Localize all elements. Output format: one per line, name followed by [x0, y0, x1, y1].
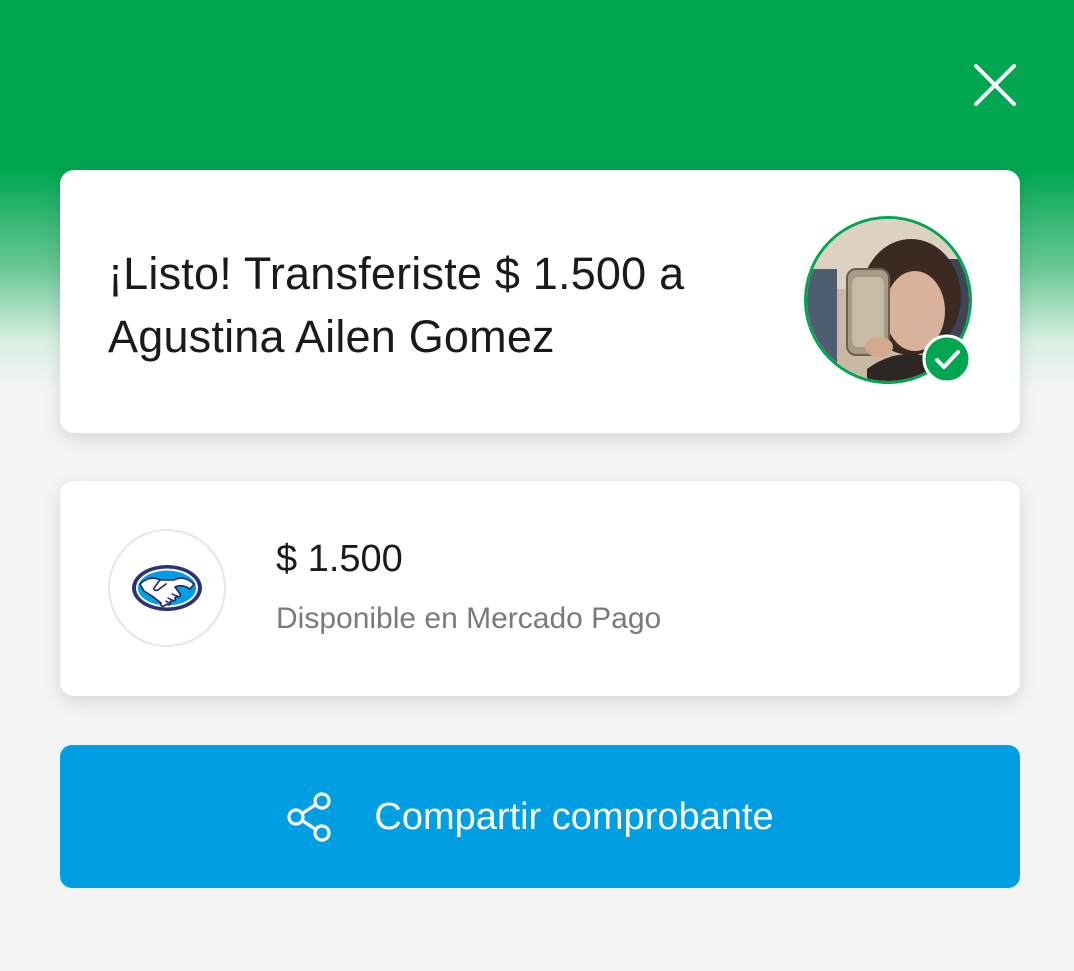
close-icon	[974, 64, 1016, 106]
share-receipt-button[interactable]: Compartir comprobante	[60, 745, 1020, 888]
check-icon	[922, 334, 972, 384]
mercado-pago-logo-icon	[108, 529, 226, 647]
amount-availability-text: Disponible en Mercado Pago	[276, 602, 662, 635]
amount-value: $ 1.500	[276, 538, 403, 580]
success-card: ¡Listo! Transferiste $ 1.500 a Agustina …	[60, 170, 1020, 433]
amount-card: $ 1.500 Disponible en Mercado Pago	[60, 481, 1020, 696]
recipient-avatar	[804, 216, 972, 384]
success-title: ¡Listo! Transferiste $ 1.500 a Agustina …	[108, 242, 788, 368]
success-title-line1: ¡Listo! Transferiste $ 1.500 a	[108, 248, 685, 299]
close-button[interactable]	[966, 56, 1024, 114]
share-button-label: Compartir comprobante	[374, 795, 774, 838]
recipient-name: Agustina Ailen Gomez	[108, 311, 555, 362]
share-icon	[284, 791, 336, 843]
